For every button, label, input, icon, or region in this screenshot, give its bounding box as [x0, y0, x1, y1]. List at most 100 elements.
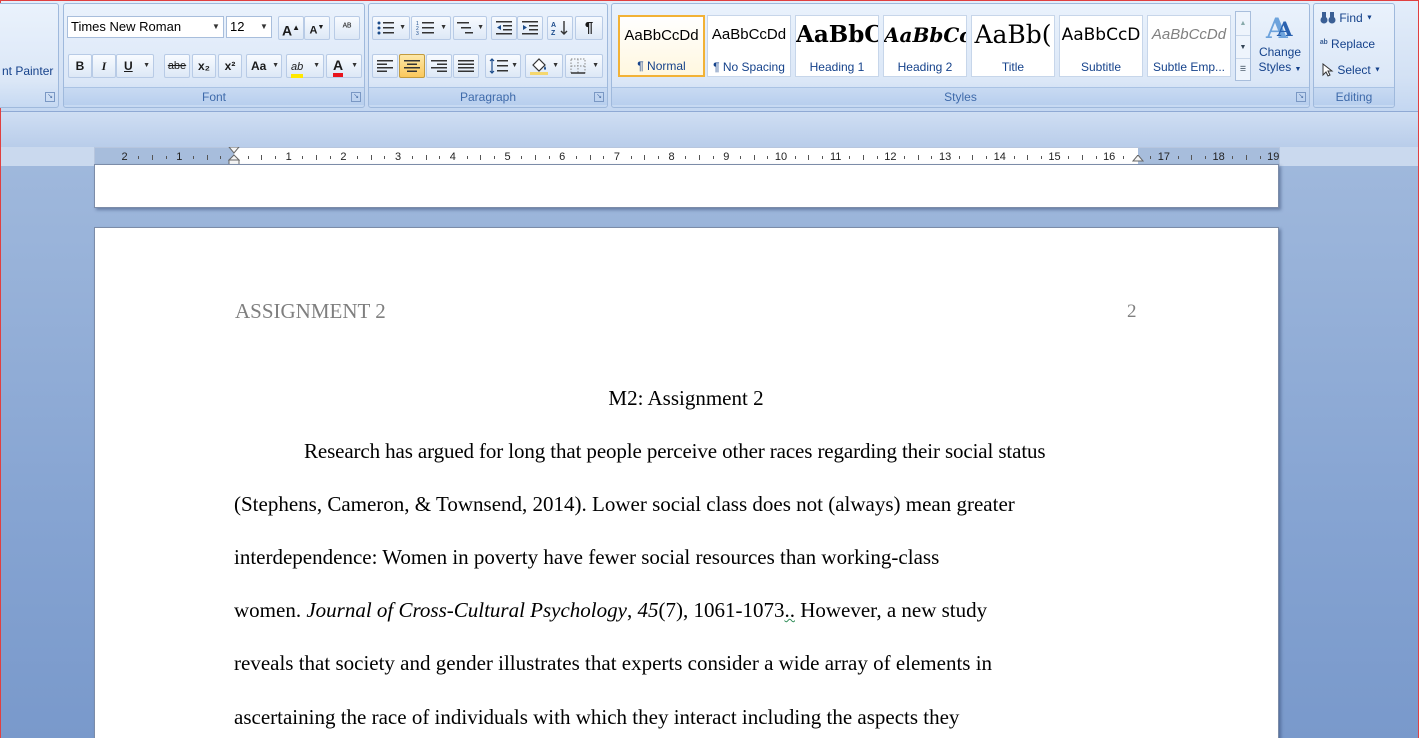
justify-button[interactable] [453, 54, 479, 78]
clipboard-dialog-launcher[interactable]: ↘ [45, 92, 55, 102]
ruler-tick [1013, 156, 1015, 159]
find-button[interactable]: Find ▼ [1320, 10, 1373, 30]
align-left-button[interactable] [372, 54, 398, 78]
ruler-tick [384, 156, 386, 159]
style-heading-2[interactable]: AaBbCc Heading 2 [883, 15, 967, 77]
chevron-down-icon[interactable]: ▼ [209, 17, 223, 37]
line-spacing-icon [489, 58, 508, 74]
ruler-tick [1027, 155, 1029, 160]
align-center-icon [404, 60, 420, 72]
change-styles-label: Change [1258, 45, 1302, 59]
clear-formatting-button[interactable]: ᴬᴮ [334, 16, 360, 40]
chevron-down-icon[interactable]: ▼ [592, 55, 599, 77]
shading-button[interactable]: ▼ [525, 54, 563, 78]
font-size-combo[interactable]: 12 ▼ [226, 16, 272, 38]
format-painter-button[interactable]: nt Painter [2, 64, 53, 78]
increase-indent-button[interactable] [517, 16, 543, 40]
style-title[interactable]: AaBb( Title [971, 15, 1055, 77]
ruler-tick [808, 155, 810, 160]
ruler-tick [876, 156, 878, 159]
ruler-tick [1095, 156, 1097, 159]
ruler-number: 12 [884, 151, 897, 163]
document-page[interactable]: ASSIGNMENT 2 2 M2: Assignment 2 Research… [94, 227, 1279, 738]
chevron-up-icon[interactable]: ▲ [1236, 12, 1250, 35]
ruler-tick [1150, 156, 1152, 159]
strikethrough-button[interactable]: abe [164, 54, 190, 78]
paragraph-dialog-launcher[interactable]: ↘ [594, 92, 604, 102]
ruler-tick [917, 155, 919, 160]
numbering-button[interactable]: 1 2 3 ▼ [411, 16, 451, 40]
styles-group: AaBbCcDd ¶ Normal AaBbCcDd ¶ No Spacing … [611, 3, 1310, 108]
borders-button[interactable]: ▼ [565, 54, 603, 78]
increase-indent-icon [522, 21, 538, 35]
chevron-down-icon[interactable]: ▼ [272, 55, 279, 77]
style-preview: AaBbCcDd [624, 27, 699, 44]
show-formatting-button[interactable]: ¶ [575, 16, 603, 40]
style-subtle-emphasis[interactable]: AaBbCcDd Subtle Emp... [1147, 15, 1231, 77]
underline-button[interactable]: U ▼ [116, 54, 154, 78]
ruler-tick [466, 156, 468, 159]
chevron-down-icon[interactable]: ▼ [477, 17, 484, 39]
bullets-button[interactable]: ▼ [372, 16, 410, 40]
shrink-font-button[interactable]: A▼ [304, 16, 330, 40]
change-case-button[interactable]: Aa ▼ [246, 54, 282, 78]
ruler-tick [411, 156, 413, 159]
grow-font-button[interactable]: A▲ [278, 16, 304, 40]
ruler-tick [247, 156, 249, 159]
chevron-down-icon[interactable]: ▼ [399, 17, 406, 39]
chevron-down-icon[interactable]: ▼ [313, 55, 320, 77]
select-button[interactable]: Select ▼ [1320, 62, 1381, 82]
replace-icon: ᵃᵇ [1320, 38, 1328, 50]
find-label: Find [1339, 10, 1363, 25]
superscript-button[interactable]: x² [218, 54, 242, 78]
svg-text:Z: Z [551, 30, 556, 36]
style-no-spacing[interactable]: AaBbCcDd ¶ No Spacing [707, 15, 791, 77]
ruler-tick [753, 155, 755, 160]
ruler-tick [534, 155, 536, 160]
replace-button[interactable]: ᵃᵇ Replace [1320, 36, 1375, 56]
ruler-number: 17 [1157, 151, 1171, 163]
chevron-down-icon: ▼ [1366, 14, 1373, 22]
ruler-tick [261, 155, 263, 160]
change-styles-button[interactable]: A A Change Styles ▼ [1254, 10, 1306, 86]
font-color-button[interactable]: A ▼ [326, 54, 362, 78]
grammar-squiggle[interactable]: .. [784, 598, 795, 622]
sort-button[interactable]: AZ [547, 16, 573, 40]
ruler-tick [1204, 156, 1206, 159]
paragraph-line: (Stephens, Cameron, & Townsend, 2014). L… [234, 492, 1015, 516]
highlight-button[interactable]: ab ▼ [286, 54, 324, 78]
multilevel-list-button[interactable]: ▼ [453, 16, 487, 40]
chevron-down-icon[interactable]: ▼ [511, 55, 518, 77]
journal-title: Journal of Cross-Cultural Psychology [306, 598, 627, 622]
styles-dialog-launcher[interactable]: ↘ [1296, 92, 1306, 102]
chevron-down-icon[interactable]: ▼ [1236, 35, 1250, 58]
italic-button[interactable]: I [92, 54, 116, 78]
change-styles-icon: A A [1265, 12, 1293, 45]
align-center-button[interactable] [399, 54, 425, 78]
ruler-tick [1191, 155, 1193, 160]
font-size-value: 12 [230, 19, 245, 34]
running-header: ASSIGNMENT 2 [235, 299, 386, 323]
chevron-down-icon[interactable]: ▼ [351, 55, 358, 77]
chevron-down-icon[interactable]: ▼ [552, 55, 559, 77]
align-right-button[interactable] [426, 54, 452, 78]
line-spacing-button[interactable]: ▼ [485, 54, 521, 78]
more-styles-icon[interactable]: ☰ [1236, 58, 1250, 80]
font-dialog-launcher[interactable]: ↘ [351, 92, 361, 102]
font-group: Times New Roman ▼ 12 ▼ A▲ A▼ ᴬᴮ B I U ▼ a… [63, 3, 365, 108]
bold-button[interactable]: B [68, 54, 92, 78]
font-family-combo[interactable]: Times New Roman ▼ [67, 16, 224, 38]
eraser-icon: ᴬᴮ [342, 22, 352, 33]
ruler-tick [316, 155, 318, 160]
style-heading-1[interactable]: AaBbC Heading 1 [795, 15, 879, 77]
decrease-indent-button[interactable] [491, 16, 517, 40]
style-subtitle[interactable]: AaBbCcD Subtitle [1059, 15, 1143, 77]
chevron-down-icon[interactable]: ▼ [257, 17, 271, 37]
paragraph-group: ▼ 1 2 3 ▼ ▼ AZ ¶ ▼ ▼ ▼ Paragraph ↘ [368, 3, 608, 108]
style-normal[interactable]: AaBbCcDd ¶ Normal [618, 15, 705, 77]
chevron-down-icon[interactable]: ▼ [440, 17, 447, 39]
highlighter-icon: ab [291, 60, 304, 78]
subscript-button[interactable]: x₂ [192, 54, 216, 78]
ruler-number: 16 [1103, 151, 1116, 163]
chevron-down-icon[interactable]: ▼ [143, 55, 150, 77]
